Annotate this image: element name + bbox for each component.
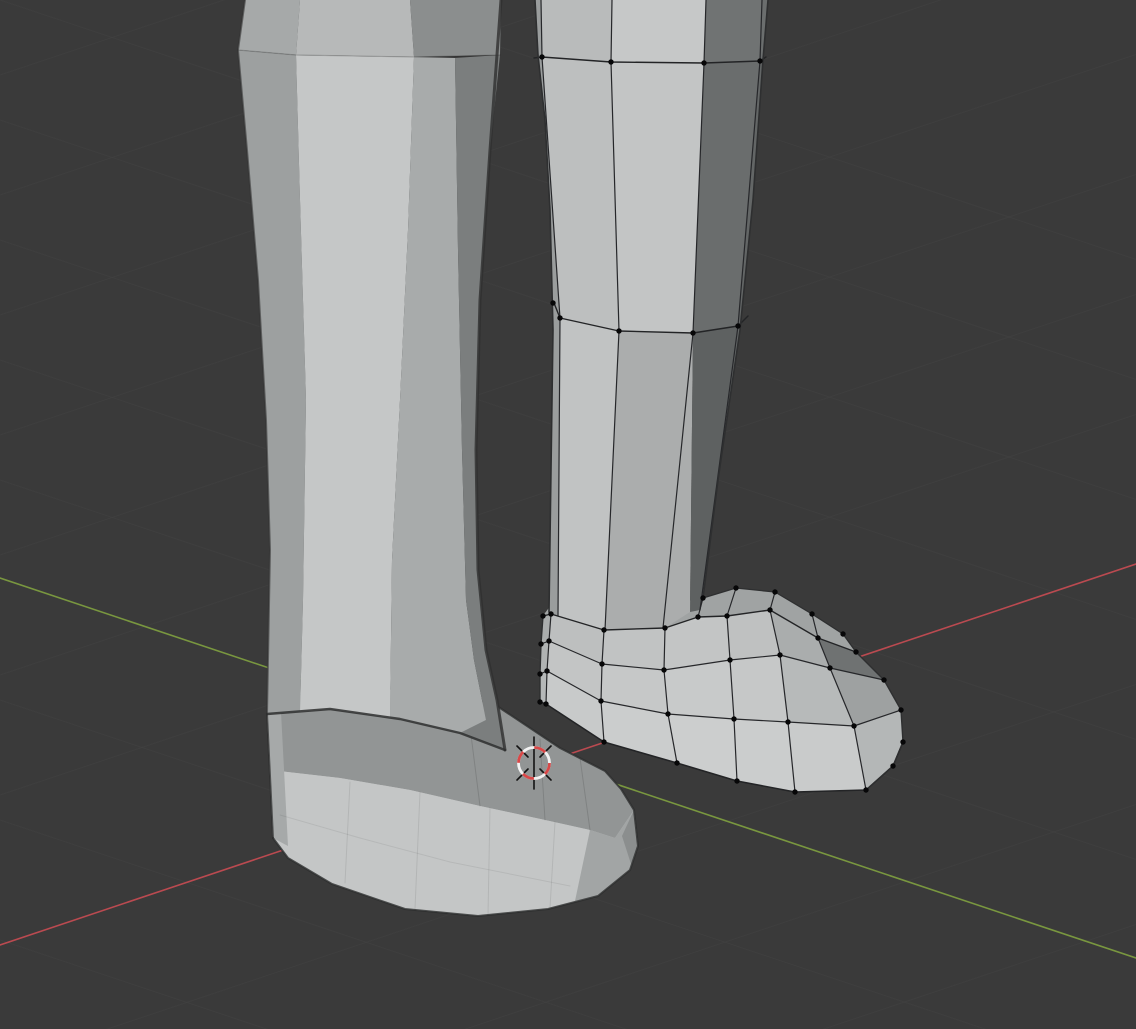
mesh-vertex[interactable] (731, 716, 736, 721)
viewport-canvas[interactable] (0, 0, 1136, 1029)
mesh-vertex[interactable] (785, 719, 790, 724)
mesh-vertex[interactable] (701, 60, 706, 65)
mesh-vertex[interactable] (608, 59, 613, 64)
mesh-vertex[interactable] (546, 638, 551, 643)
mesh-vertex[interactable] (550, 300, 555, 305)
mesh-vertex[interactable] (665, 711, 670, 716)
mesh-vertex[interactable] (543, 701, 548, 706)
mesh-vertex[interactable] (537, 699, 542, 704)
mesh-vertex[interactable] (601, 627, 606, 632)
mesh-vertex[interactable] (674, 760, 679, 765)
mesh-vertex[interactable] (809, 611, 814, 616)
mesh-vertex[interactable] (616, 328, 621, 333)
mesh-vertex[interactable] (557, 315, 562, 320)
viewport-3d[interactable] (0, 0, 1136, 1029)
mesh-vertex[interactable] (538, 641, 543, 646)
mesh-vertex[interactable] (695, 614, 700, 619)
mesh-vertex[interactable] (881, 677, 886, 682)
mesh-vertex[interactable] (840, 631, 845, 636)
mesh-vertex[interactable] (735, 323, 740, 328)
mesh-vertex[interactable] (548, 611, 553, 616)
mesh-vertex[interactable] (851, 723, 856, 728)
mesh-vertex[interactable] (772, 589, 777, 594)
mesh-vertex[interactable] (815, 635, 820, 640)
mesh-vertex[interactable] (700, 595, 705, 600)
mesh-vertex[interactable] (598, 698, 603, 703)
mesh-vertex[interactable] (733, 585, 738, 590)
mesh-vertex[interactable] (863, 787, 868, 792)
mesh-vertex[interactable] (539, 54, 544, 59)
mesh-vertex[interactable] (890, 763, 895, 768)
mesh-vertex[interactable] (757, 58, 762, 63)
mesh-vertex[interactable] (827, 665, 832, 670)
mesh-vertex[interactable] (601, 739, 606, 744)
mesh-vertex[interactable] (898, 707, 903, 712)
mesh-vertex[interactable] (853, 649, 858, 654)
mesh-vertex[interactable] (540, 613, 545, 618)
mesh-vertex[interactable] (537, 671, 542, 676)
mesh-vertex[interactable] (727, 657, 732, 662)
mesh-vertex[interactable] (544, 668, 549, 673)
mesh-vertex[interactable] (777, 652, 782, 657)
mesh-vertex[interactable] (734, 778, 739, 783)
mesh-vertex[interactable] (900, 739, 905, 744)
left-leg-mesh[interactable] (238, 0, 505, 750)
mesh-vertex[interactable] (662, 625, 667, 630)
mesh-vertex[interactable] (724, 613, 729, 618)
mesh-vertex[interactable] (661, 667, 666, 672)
mesh-vertex[interactable] (599, 661, 604, 666)
mesh-vertex[interactable] (792, 789, 797, 794)
mesh-vertex[interactable] (690, 330, 695, 335)
mesh-vertex[interactable] (767, 607, 772, 612)
